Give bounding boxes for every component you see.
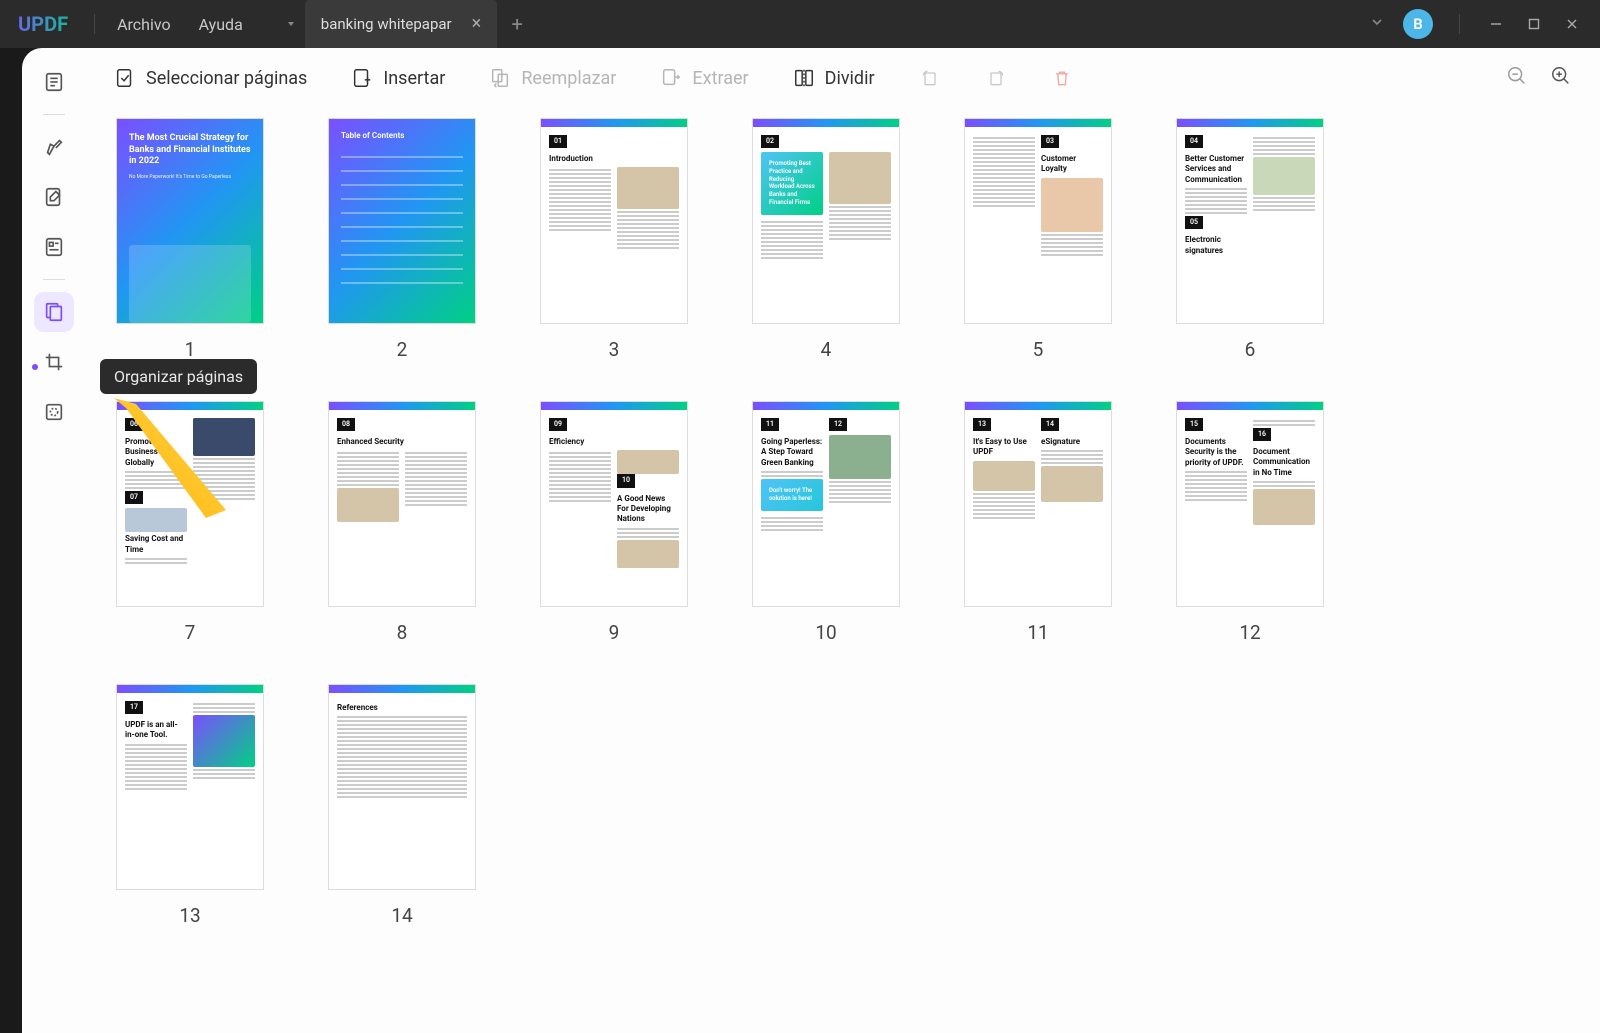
- separator: [1459, 14, 1460, 34]
- tab-document[interactable]: banking whitepapar ×: [305, 0, 497, 48]
- sidebar-highlight-icon[interactable]: [34, 127, 74, 167]
- divider: [43, 114, 65, 115]
- divider: [43, 279, 65, 280]
- trash-icon: [1051, 67, 1073, 89]
- app-logo: UPDF: [0, 12, 86, 36]
- minimize-icon[interactable]: [1486, 14, 1506, 34]
- page-thumb-6[interactable]: 04Better Customer Services and Communica…: [1176, 118, 1324, 361]
- page-thumb-5[interactable]: 03Customer Loyalty 5: [964, 118, 1112, 361]
- avatar[interactable]: B: [1403, 9, 1433, 39]
- close-icon[interactable]: ×: [472, 15, 482, 33]
- sidebar-form-icon[interactable]: [34, 227, 74, 267]
- content-area: Seleccionar páginas Insertar Reemplazar …: [86, 48, 1600, 1033]
- titlebar: UPDF Archivo Ayuda banking whitepapar × …: [0, 0, 1600, 48]
- rotate-right-button: [985, 67, 1007, 89]
- maximize-icon[interactable]: [1524, 14, 1544, 34]
- tab-title: banking whitepapar: [321, 15, 452, 33]
- sidebar: [22, 48, 86, 1033]
- chevron-down-icon[interactable]: [1369, 14, 1385, 34]
- page-thumb-10[interactable]: 11Going Paperless: A Step Toward Green B…: [752, 401, 900, 644]
- zoom-out-icon[interactable]: [1506, 65, 1528, 91]
- callout-arrow: [106, 390, 246, 530]
- page-thumb-12[interactable]: 15Documents Security is the priority of …: [1176, 401, 1324, 644]
- zoom-controls: [1506, 65, 1572, 91]
- page-thumb-13[interactable]: 17UPDF is an all-in-one Tool. 13: [116, 684, 264, 927]
- select-pages-button[interactable]: Seleccionar páginas: [114, 67, 307, 89]
- menu-file[interactable]: Archivo: [103, 15, 185, 34]
- close-window-icon[interactable]: [1562, 14, 1582, 34]
- sidebar-edit-icon[interactable]: [34, 177, 74, 217]
- extract-icon: [660, 67, 682, 89]
- rotate-left-icon: [919, 67, 941, 89]
- separator: [94, 14, 95, 34]
- sidebar-watermark-icon[interactable]: [34, 392, 74, 432]
- page-thumb-8[interactable]: 08Enhanced Security 8: [328, 401, 476, 644]
- tab-strip: banking whitepapar × +: [277, 0, 537, 48]
- page-thumb-2[interactable]: Table of Contents 2: [328, 118, 476, 361]
- zoom-in-icon[interactable]: [1550, 65, 1572, 91]
- page-thumb-3[interactable]: 01Introduction 3: [540, 118, 688, 361]
- page-grid[interactable]: The Most Crucial Strategy for Banks and …: [86, 108, 1600, 1033]
- sidebar-crop-icon[interactable]: [34, 342, 74, 382]
- active-indicator: [32, 364, 38, 370]
- tab-dropdown-icon[interactable]: [277, 0, 305, 48]
- insert-icon: [351, 67, 373, 89]
- replace-icon: [489, 67, 511, 89]
- split-icon: [793, 67, 815, 89]
- page-thumb-14[interactable]: References 14: [328, 684, 476, 927]
- page-thumb-9[interactable]: 09Efficiency10A Good News For Developing…: [540, 401, 688, 644]
- rotate-left-button: [919, 67, 941, 89]
- menu-help[interactable]: Ayuda: [185, 15, 257, 34]
- page-thumb-11[interactable]: 13It's Easy to Use UPDF14eSignature 11: [964, 401, 1112, 644]
- window-controls: B: [1369, 9, 1600, 39]
- page-thumb-4[interactable]: 02Promoting Best Practice and Reducing W…: [752, 118, 900, 361]
- insert-button[interactable]: Insertar: [351, 67, 445, 89]
- rotate-right-icon: [985, 67, 1007, 89]
- sidebar-reader-icon[interactable]: [34, 62, 74, 102]
- split-button[interactable]: Dividir: [793, 67, 875, 89]
- tooltip-organize: Organizar páginas: [100, 359, 257, 394]
- main-panel: Organizar páginas Seleccionar páginas In…: [22, 48, 1600, 1033]
- toolbar: Seleccionar páginas Insertar Reemplazar …: [86, 48, 1600, 108]
- page-thumb-1[interactable]: The Most Crucial Strategy for Banks and …: [116, 118, 264, 361]
- sidebar-organize-icon[interactable]: [34, 292, 74, 332]
- select-icon: [114, 67, 136, 89]
- new-tab-button[interactable]: +: [497, 0, 537, 48]
- extract-button: Extraer: [660, 67, 748, 89]
- delete-button: [1051, 67, 1073, 89]
- replace-button: Reemplazar: [489, 67, 616, 89]
